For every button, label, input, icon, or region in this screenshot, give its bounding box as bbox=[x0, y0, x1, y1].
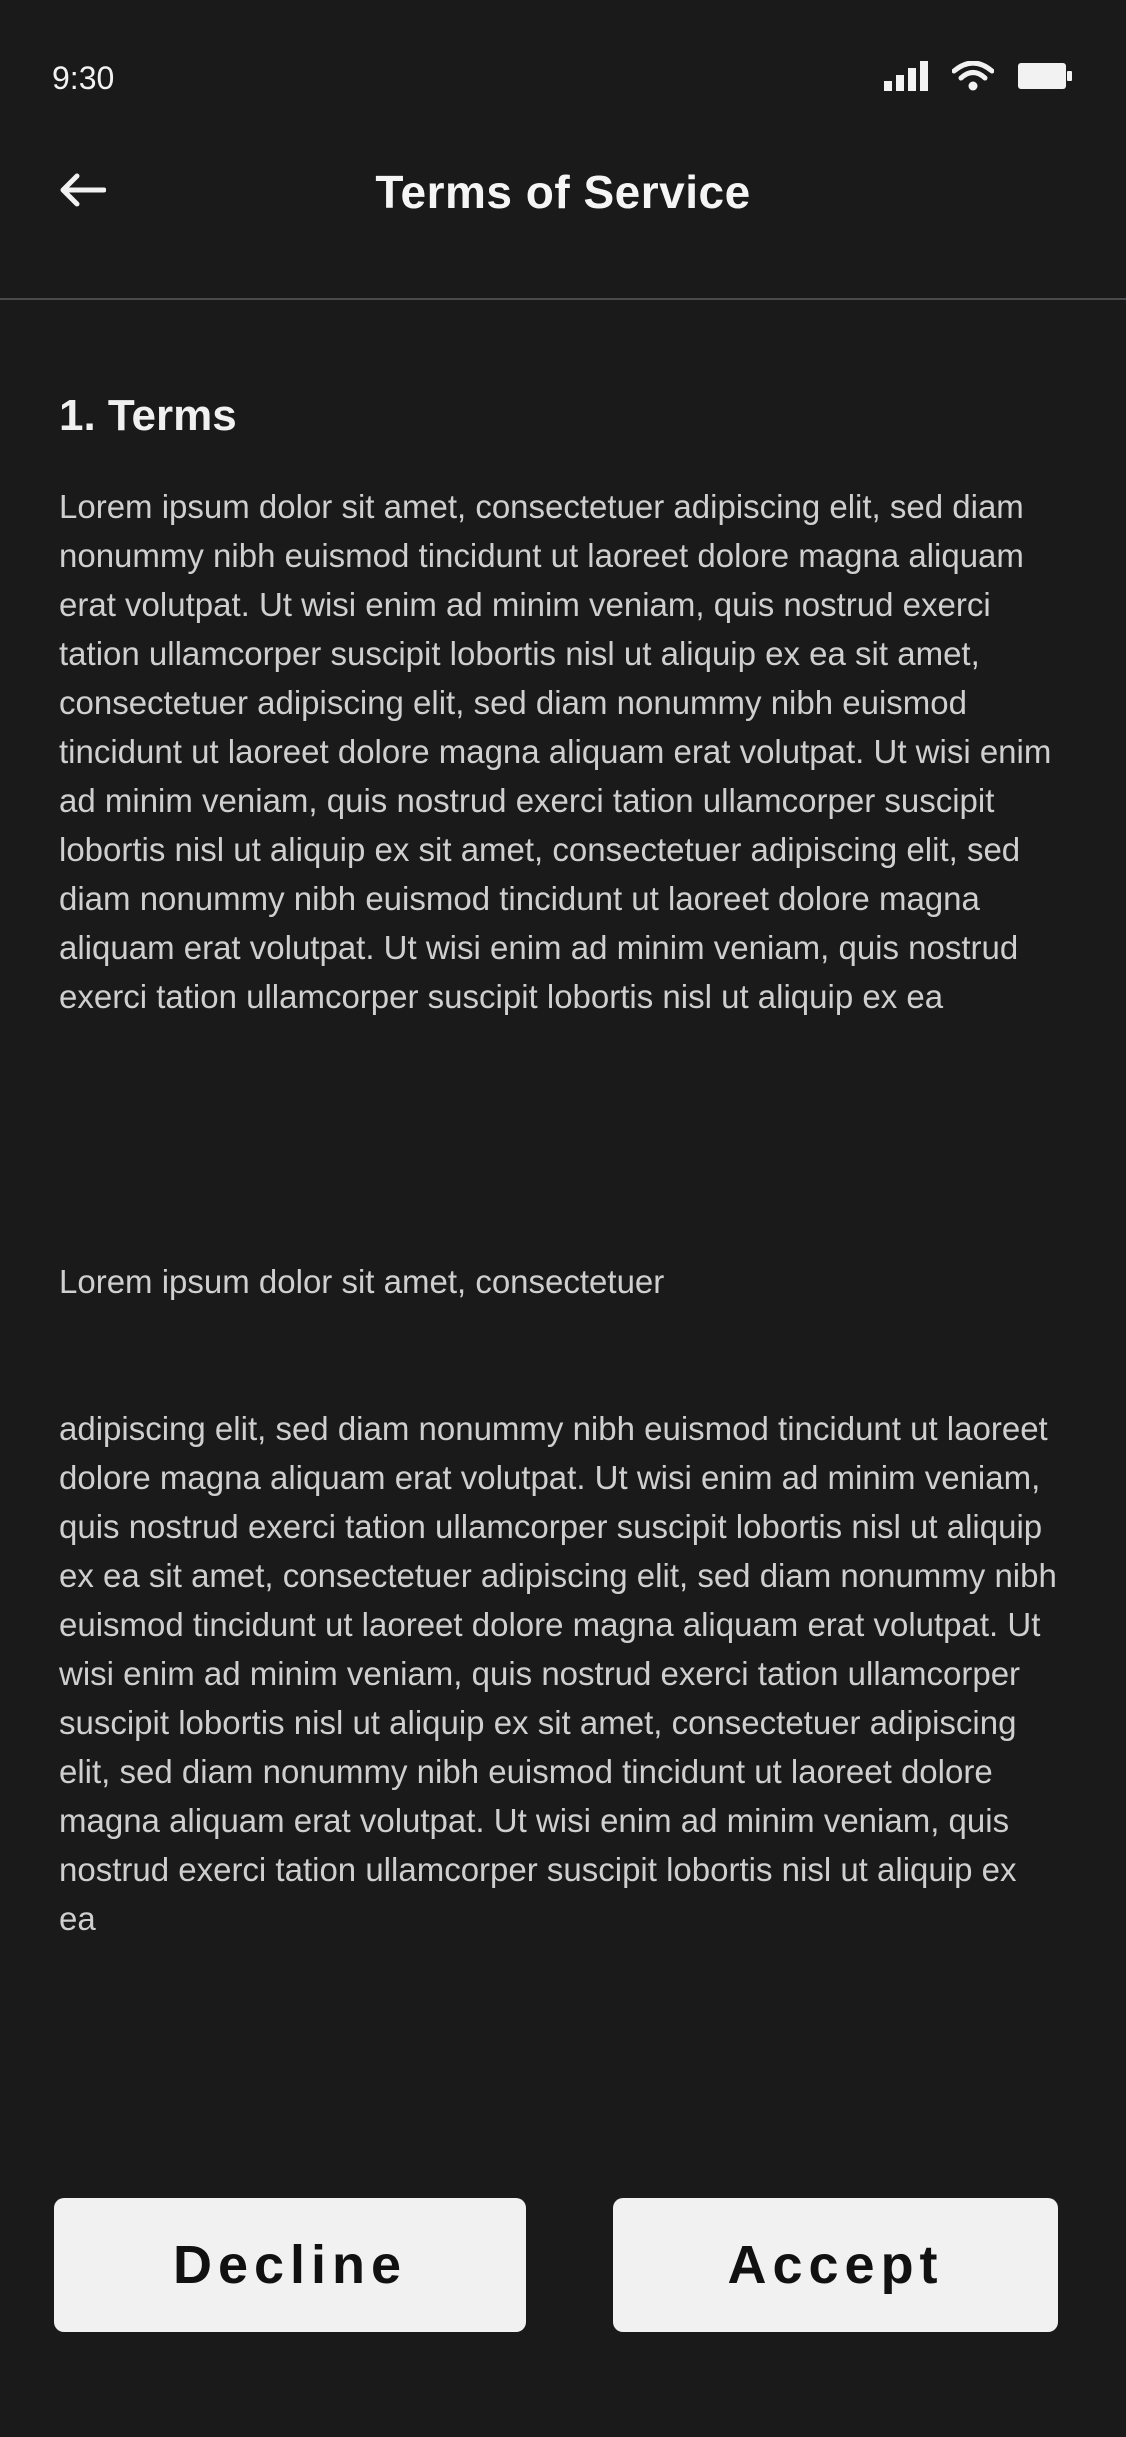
decline-button[interactable]: Decline bbox=[54, 2198, 526, 2332]
page-title: Terms of Service bbox=[375, 166, 751, 218]
terms-content: 1. Terms Lorem ipsum dolor sit amet, con… bbox=[59, 380, 1059, 1937]
app-header: Terms of Service bbox=[0, 140, 1126, 300]
cellular-signal-icon bbox=[884, 60, 928, 96]
section-heading: 1. Terms bbox=[59, 391, 237, 440]
battery-icon bbox=[1018, 62, 1072, 94]
accept-button[interactable]: Accept bbox=[613, 2198, 1058, 2332]
terms-paragraph-2: Lorem ipsum dolor sit amet, consectetuer bbox=[59, 1263, 665, 1300]
action-buttons: Decline Accept bbox=[54, 2198, 1058, 2332]
terms-paragraph-3: adipiscing elit, sed diam nonummy nibh e… bbox=[59, 1410, 1057, 1937]
wifi-icon bbox=[951, 60, 995, 96]
terms-paragraph-1: Lorem ipsum dolor sit amet, consectetuer… bbox=[59, 488, 1052, 1015]
status-time: 9:30 bbox=[52, 60, 115, 96]
status-icons bbox=[884, 60, 1072, 96]
status-bar: 9:30 bbox=[0, 0, 1126, 150]
